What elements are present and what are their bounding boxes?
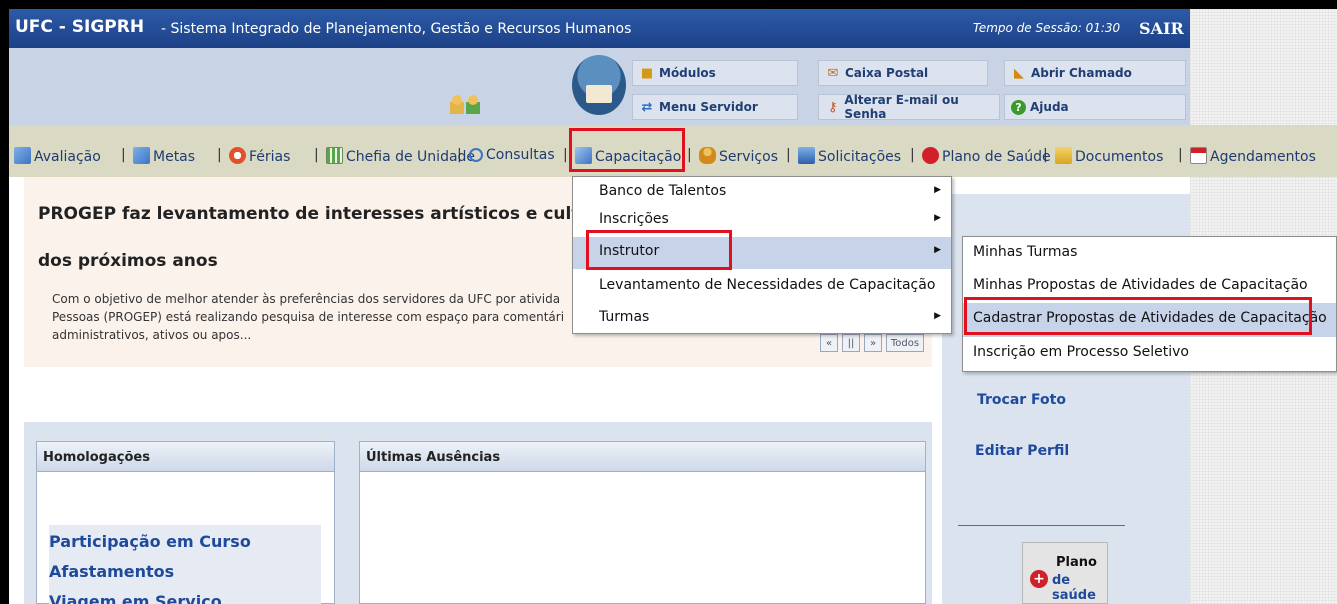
arrow-right-icon: ▶ (934, 245, 941, 255)
pager-last-button[interactable]: » (864, 334, 882, 352)
document-icon (798, 147, 815, 164)
menu-agendamentos[interactable]: Agendamentos (1190, 147, 1316, 165)
abrir-chamado-button[interactable]: ◣ Abrir Chamado (1004, 60, 1186, 86)
capacitacao-highlight (569, 128, 685, 172)
submenu-minhas-turmas[interactable]: Minhas Turmas (963, 237, 1336, 271)
horn-icon: ◣ (1014, 65, 1024, 81)
dropdown-item-turmas[interactable]: Turmas ▶ (573, 303, 951, 335)
pager-first-button[interactable]: « (820, 334, 838, 352)
viagem-servico-link[interactable]: Viagem em Serviço (49, 592, 321, 604)
help-icon: ? (1011, 99, 1026, 115)
system-name: UFC - SIGPRH (15, 17, 145, 37)
magnifier-icon (469, 148, 483, 162)
modulos-button[interactable]: ■ Módulos (632, 60, 798, 86)
news-title-continued[interactable]: dos próximos anos (38, 251, 218, 271)
menu-chefia[interactable]: Chefia de Unidade (326, 147, 475, 165)
ausencias-header: Últimas Ausências (360, 442, 925, 472)
title-bar: UFC - SIGPRH - Sistema Integrado de Plan… (9, 9, 1190, 48)
instrutor-highlight (586, 230, 732, 270)
logout-link[interactable]: SAIR (1139, 19, 1184, 38)
system-subtitle: - Sistema Integrado de Planejamento, Ges… (161, 21, 632, 37)
arrow-right-icon: ▶ (934, 311, 941, 321)
arrow-right-icon: ▶ (934, 185, 941, 195)
session-timer: Tempo de Sessão: 01:30 (973, 21, 1121, 35)
news-summary: Com o objetivo de melhor atender às pref… (52, 292, 565, 342)
menu-documentos[interactable]: Documentos (1055, 147, 1163, 165)
menu-consultas[interactable]: Consultas (469, 147, 555, 163)
arrow-right-icon: ▶ (934, 213, 941, 223)
cube-icon: ■ (640, 65, 654, 81)
trocar-foto-link[interactable]: Trocar Foto (977, 392, 1066, 408)
mailbox-icon: ✉ (827, 65, 839, 81)
divider (958, 525, 1125, 526)
pager-all-button[interactable]: Todos (886, 334, 924, 352)
afastamentos-link[interactable]: Afastamentos (49, 562, 321, 581)
ausencias-panel: Últimas Ausências (359, 441, 926, 604)
medical-cross-icon: + (1030, 570, 1048, 588)
network-icon: ⇄ (641, 99, 653, 115)
cadastrar-highlight (964, 297, 1312, 335)
frame-top-border (0, 0, 1337, 9)
key-icon: ⚷ (827, 99, 838, 115)
grid-icon (326, 147, 343, 164)
folder-icon (1055, 147, 1072, 164)
participacao-curso-link[interactable]: Participação em Curso (49, 532, 321, 551)
menu-solicitacoes[interactable]: Solicitações (798, 147, 901, 165)
menu-ferias[interactable]: Férias (229, 147, 290, 165)
homologacoes-header: Homologações (37, 442, 334, 472)
caixa-postal-button[interactable]: ✉ Caixa Postal (818, 60, 988, 86)
menu-servicos[interactable]: Serviços (699, 147, 778, 165)
lifebuoy-icon (229, 147, 246, 164)
calendar-icon (1190, 147, 1207, 164)
medical-cross-icon (922, 147, 939, 164)
pencil-icon (133, 147, 150, 164)
dropdown-item-levantamento[interactable]: Levantamento de Necessidades de Capacita… (573, 271, 951, 303)
menu-servidor-button[interactable]: ⇄ Menu Servidor (632, 94, 798, 120)
frame-left-border (0, 0, 9, 604)
pager-pause-button[interactable]: || (842, 334, 860, 352)
ajuda-button[interactable]: ? Ajuda (1004, 94, 1186, 120)
news-title[interactable]: PROGEP faz levantamento de interesses ar… (38, 204, 611, 224)
users-icon[interactable] (448, 94, 488, 121)
menu-plano-saude[interactable]: Plano de Saúde (922, 147, 1051, 165)
menu-avaliacao[interactable]: Avaliação (14, 147, 101, 165)
editar-perfil-link[interactable]: Editar Perfil (975, 443, 1069, 459)
avatar[interactable] (572, 55, 626, 115)
person-icon (699, 147, 716, 164)
menu-metas[interactable]: Metas (133, 147, 195, 165)
alterar-email-button[interactable]: ⚷ Alterar E-mail ou Senha (818, 93, 1000, 121)
plano-saude-button[interactable]: + Plano de saúde (1022, 542, 1108, 604)
pencil-icon (14, 147, 31, 164)
submenu-inscricao-processo[interactable]: Inscrição em Processo Seletivo (963, 337, 1336, 371)
